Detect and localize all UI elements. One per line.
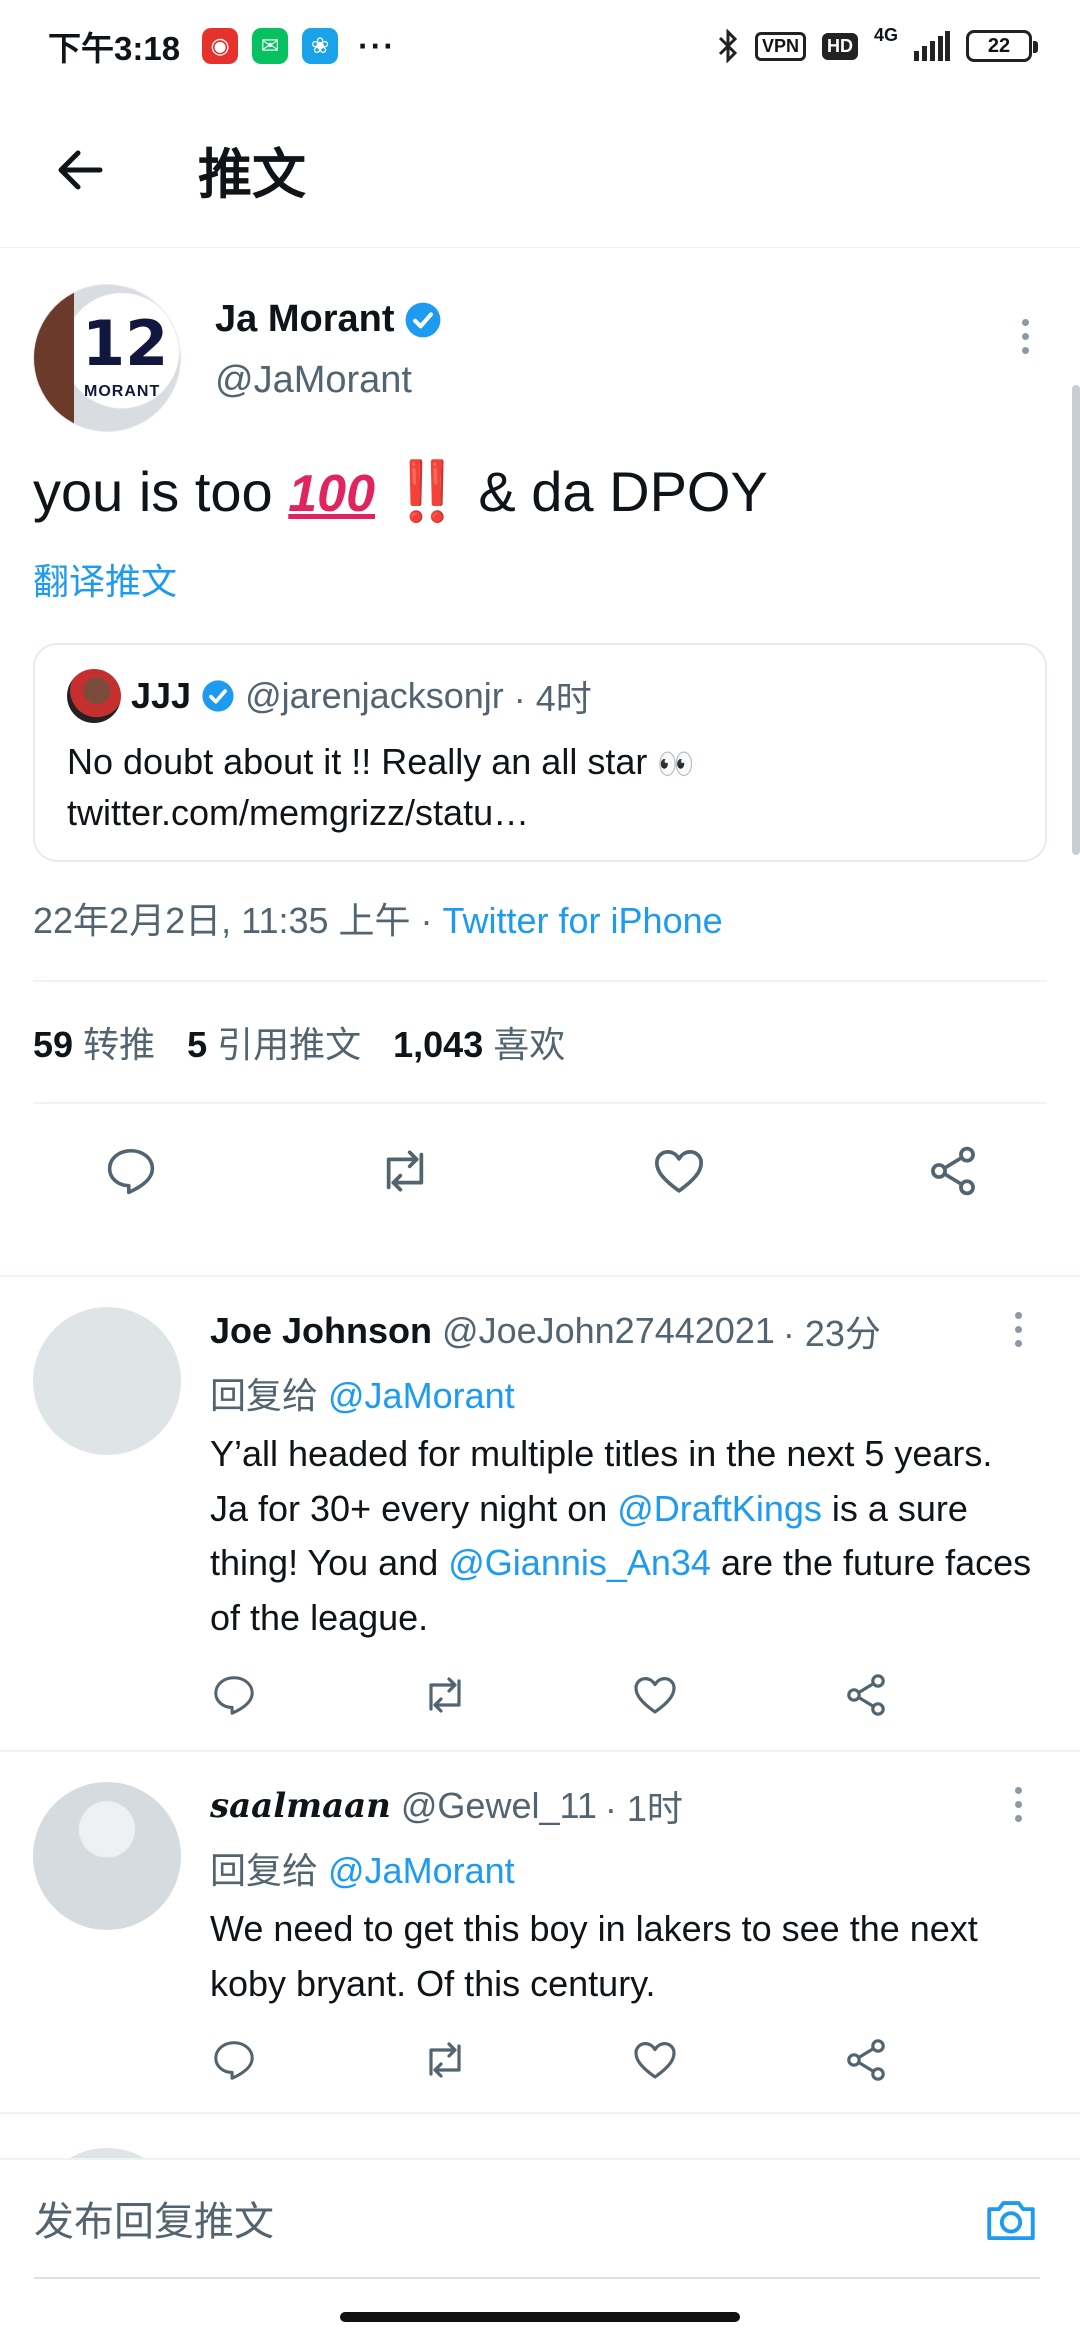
reply-input-placeholder: 发布回复推文 bbox=[34, 2200, 274, 2244]
battery-icon: 22 bbox=[966, 30, 1038, 62]
verified-badge-icon bbox=[202, 680, 234, 712]
tweet-author: 12 MORANT Ja Morant @JaMorant bbox=[33, 284, 1047, 434]
quote-label: 引用推文 bbox=[217, 1024, 362, 1066]
back-arrow-icon[interactable] bbox=[40, 130, 120, 210]
reply-time: · 1时 bbox=[604, 1788, 683, 1829]
share-icon[interactable] bbox=[925, 1143, 981, 1199]
more-options-icon[interactable] bbox=[996, 1299, 1040, 1359]
double-exclamation-icon: ‼️ bbox=[390, 459, 463, 524]
signal-icon bbox=[914, 31, 950, 61]
reply-text: We need to get this boy in lakers to see… bbox=[210, 1908, 978, 2004]
wechat-icon: ✉ bbox=[252, 28, 289, 64]
reply-item[interactable]: saalmaan @Gewel_11 · 1时 回复给 @JaMorant We… bbox=[0, 1750, 1080, 2115]
tweet-meta: 22年2月2日, 11:35 上午 · Twitter for iPhone bbox=[33, 892, 1047, 983]
retweet-icon[interactable] bbox=[377, 1143, 433, 1199]
share-icon[interactable] bbox=[842, 1671, 890, 1719]
quoted-author-handle: @jarenjacksonjr bbox=[245, 675, 504, 717]
like-icon[interactable] bbox=[631, 2036, 679, 2084]
tweet-date: 22年2月2日, 11:35 上午 · bbox=[33, 900, 443, 942]
network-label: 4G bbox=[873, 25, 898, 45]
quoted-tweet[interactable]: JJJ @jarenjacksonjr · 4时 No doubt about … bbox=[33, 643, 1047, 863]
status-time: 下午3:18 bbox=[48, 30, 181, 67]
reply-to-label: 回复给 bbox=[210, 1375, 329, 1416]
netease-music-icon: ◉ bbox=[202, 28, 239, 64]
hd-badge: HD bbox=[821, 32, 858, 60]
avatar-jersey-name: MORANT bbox=[84, 383, 161, 400]
eyes-icon: 👀 bbox=[657, 748, 694, 782]
reply-author-name[interactable]: saalmaan bbox=[210, 1786, 391, 1826]
retweet-count: 59 bbox=[33, 1024, 74, 1066]
reply-input[interactable]: 发布回复推文 bbox=[34, 2159, 1040, 2279]
main-tweet: 12 MORANT Ja Morant @JaMorant you is too… bbox=[0, 248, 1080, 1238]
retweet-count-stat[interactable]: 59 转推 bbox=[33, 1016, 155, 1068]
like-label: 喜欢 bbox=[493, 1024, 566, 1066]
avatar[interactable]: 12 MORANT bbox=[33, 284, 181, 432]
tweet-text-end: & da DPOY bbox=[462, 460, 768, 523]
retweet-icon[interactable] bbox=[421, 1671, 469, 1719]
avatar-jersey-number: 12 bbox=[82, 307, 169, 380]
vpn-badge: VPN bbox=[754, 31, 806, 61]
app-header: 推文 bbox=[0, 92, 1080, 248]
reply-to-label: 回复给 bbox=[210, 1850, 329, 1891]
reply-to-line: 回复给 @JaMorant bbox=[210, 1367, 1040, 1419]
tweet-text: you is too 100 ‼️ & da DPOY bbox=[33, 454, 1047, 529]
verified-badge-icon bbox=[406, 302, 441, 337]
reply-time: · 23分 bbox=[782, 1313, 881, 1354]
tweet-client-link[interactable]: Twitter for iPhone bbox=[443, 900, 723, 941]
quote-count: 5 bbox=[187, 1024, 208, 1066]
reply-text: Y’all headed for multiple titles in the … bbox=[210, 1427, 1040, 1646]
reply-icon[interactable] bbox=[210, 2036, 258, 2084]
reply-actions bbox=[210, 1660, 890, 1730]
camera-icon[interactable] bbox=[982, 2191, 1040, 2249]
reply-to-mention[interactable]: @JaMorant bbox=[328, 1375, 515, 1416]
status-indicators: VPN HD 4G 22 bbox=[717, 25, 1038, 63]
like-count-stat[interactable]: 1,043 喜欢 bbox=[393, 1016, 565, 1068]
reply-actions bbox=[210, 2025, 890, 2095]
hundred-points-icon: 100 bbox=[288, 465, 376, 523]
divider bbox=[0, 2112, 1080, 2114]
reply-composer: 发布回复推文 bbox=[0, 2158, 1080, 2279]
reply-icon[interactable] bbox=[210, 1671, 258, 1719]
more-options-icon[interactable] bbox=[1003, 306, 1047, 366]
quoted-avatar bbox=[67, 669, 121, 724]
mention-link[interactable]: @Giannis_An34 bbox=[448, 1542, 711, 1583]
more-notifications-icon: ··· bbox=[358, 27, 397, 64]
like-icon[interactable] bbox=[651, 1143, 707, 1199]
reply-avatar[interactable] bbox=[33, 1307, 181, 1455]
quoted-text-body: No doubt about it !! Really an all star bbox=[67, 741, 658, 783]
reply-author-handle: @Gewel_11 bbox=[400, 1785, 597, 1826]
tweet-stats: 59 转推 5 引用推文 1,043 喜欢 bbox=[33, 982, 1047, 1105]
quoted-author-name: JJJ bbox=[131, 675, 192, 717]
reply-icon[interactable] bbox=[103, 1143, 159, 1199]
tweet-text-start: you is too bbox=[33, 460, 289, 523]
tweet-actions bbox=[33, 1104, 1047, 1238]
quoted-time: · 4时 bbox=[513, 678, 592, 720]
reply-item[interactable]: Joe Johnson @JoeJohn27442021 · 23分 回复给 @… bbox=[0, 1275, 1080, 1750]
reply-author-handle: @JoeJohn27442021 bbox=[442, 1310, 775, 1351]
status-bar: 下午3:18 ◉ ✉ ❀ ··· VPN HD 4G 22 bbox=[0, 0, 1080, 92]
like-icon[interactable] bbox=[631, 1671, 679, 1719]
battery-level: 22 bbox=[987, 34, 1011, 57]
app-shortcut-icon: ❀ bbox=[302, 28, 339, 64]
home-indicator[interactable] bbox=[340, 2312, 740, 2322]
reply-author-name[interactable]: Joe Johnson bbox=[210, 1310, 432, 1352]
like-count: 1,043 bbox=[393, 1024, 484, 1066]
more-options-icon[interactable] bbox=[996, 1774, 1040, 1834]
next-reply-peek[interactable] bbox=[0, 2140, 1080, 2160]
share-icon[interactable] bbox=[842, 2036, 890, 2084]
quoted-link: twitter.com/memgrizz/statu… bbox=[67, 791, 530, 833]
mention-link[interactable]: @DraftKings bbox=[617, 1488, 822, 1529]
author-handle[interactable]: @JaMorant bbox=[215, 359, 442, 402]
reply-to-mention[interactable]: @JaMorant bbox=[328, 1850, 515, 1891]
retweet-label: 转推 bbox=[83, 1024, 156, 1066]
page-title: 推文 bbox=[198, 145, 306, 205]
bluetooth-icon bbox=[718, 29, 738, 63]
reply-to-line: 回复给 @JaMorant bbox=[210, 1842, 1040, 1894]
quote-count-stat[interactable]: 5 引用推文 bbox=[187, 1016, 361, 1068]
quoted-text: No doubt about it !! Really an all star … bbox=[67, 737, 1013, 838]
reply-avatar[interactable] bbox=[33, 1782, 181, 1930]
author-name[interactable]: Ja Morant bbox=[215, 298, 394, 341]
retweet-icon[interactable] bbox=[421, 2036, 469, 2084]
translate-tweet-link[interactable]: 翻译推文 bbox=[33, 553, 1047, 605]
